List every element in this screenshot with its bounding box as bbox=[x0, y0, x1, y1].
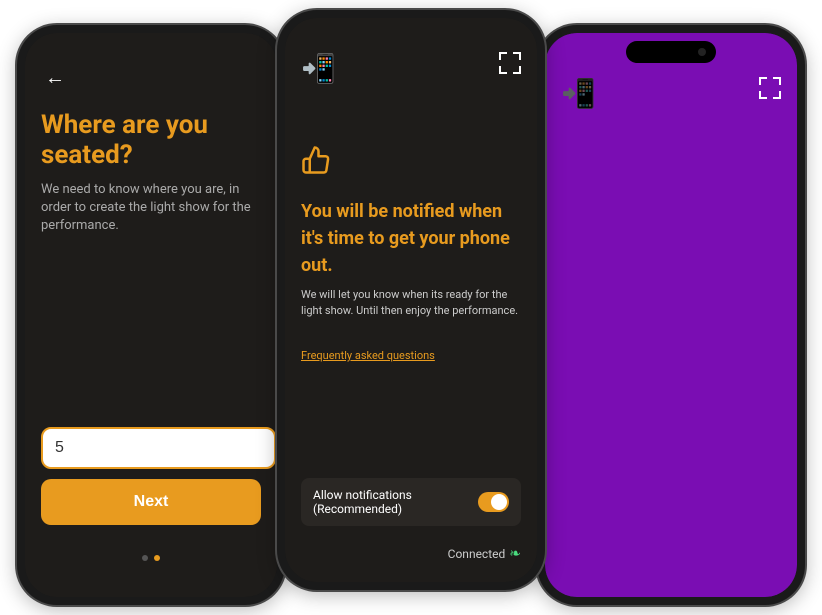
connected-label: Connected bbox=[448, 547, 506, 561]
subtext-notified: We will let you know when its ready for … bbox=[301, 287, 521, 319]
notification-toggle-row: Allow notifications (Recommended) bbox=[301, 478, 521, 526]
page-dot bbox=[142, 555, 148, 561]
seat-row-input[interactable] bbox=[41, 427, 276, 469]
phone-frame-2: 📲 You will be notified when it's time to… bbox=[277, 10, 545, 590]
fullscreen-icon[interactable] bbox=[499, 52, 521, 74]
back-arrow-icon: ← bbox=[45, 65, 65, 90]
faq-link[interactable]: Frequently asked questions bbox=[301, 349, 521, 362]
phone-frame-1: ← Where are you seated? We need to know … bbox=[17, 25, 285, 605]
back-button[interactable]: ← bbox=[41, 63, 69, 91]
next-button[interactable]: Next bbox=[41, 479, 261, 525]
phone-in-hand-icon: 📲 bbox=[301, 52, 336, 85]
phone-in-hand-icon: 📲 bbox=[561, 77, 596, 110]
screen-notification-info: 📲 You will be notified when it's time to… bbox=[285, 18, 537, 582]
top-bar: 📲 bbox=[301, 48, 521, 85]
seat-inputs-row bbox=[41, 427, 261, 469]
fullscreen-icon[interactable] bbox=[759, 77, 781, 99]
phone-frame-3: 📲 bbox=[537, 25, 805, 605]
screen-light-show: 📲 bbox=[545, 33, 797, 597]
page-dot-active bbox=[154, 555, 160, 561]
page-indicator bbox=[41, 555, 261, 561]
notification-toggle[interactable] bbox=[478, 492, 509, 512]
notification-label: Allow notifications (Recommended) bbox=[313, 488, 478, 516]
heading-seat: Where are you seated? bbox=[41, 111, 261, 171]
thumbs-up-icon bbox=[301, 145, 521, 182]
screen-seat-selection: ← Where are you seated? We need to know … bbox=[25, 33, 277, 597]
subtext-seat: We need to know where you are, in order … bbox=[41, 181, 261, 236]
leaf-icon: ❧ bbox=[509, 546, 521, 562]
dynamic-island bbox=[626, 41, 716, 63]
connection-status: Connected ❧ bbox=[301, 546, 521, 562]
top-bar: 📲 bbox=[561, 63, 781, 110]
heading-notified: You will be notified when it's time to g… bbox=[301, 198, 521, 279]
